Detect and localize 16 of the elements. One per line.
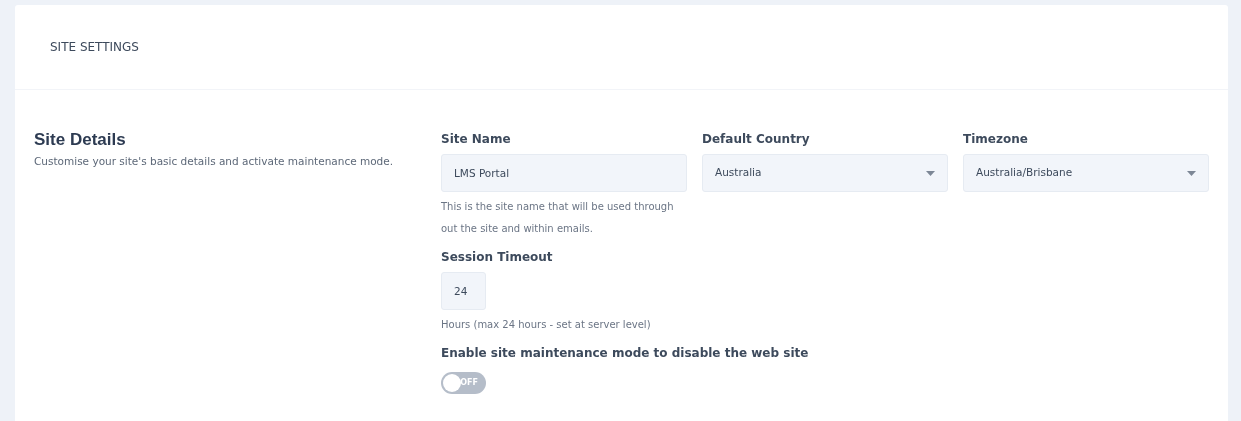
- section-title: Site Details: [34, 130, 127, 151]
- session-timeout-field[interactable]: 24: [441, 272, 486, 310]
- select-field[interactable]: Australia: [702, 154, 948, 192]
- field-label: Session Timeout: [441, 249, 554, 266]
- section-description: Customise your site's basic details and activate maintenance mode.: [34, 154, 395, 170]
- field-label: Site Name: [441, 131, 512, 148]
- text-field[interactable]: LMS Portal: [441, 154, 687, 192]
- caret-icon: [1187, 170, 1196, 176]
- help-text: Hours (max 24 hours - set at server level): [441, 318, 652, 332]
- card-title: SITE SETTINGS: [50, 39, 139, 56]
- help-text: This is the site name that will be used through out the site and within emails.: [441, 200, 675, 236]
- select-field[interactable]: Australia/Brisbane: [963, 154, 1209, 192]
- field-label: Default Country: [702, 131, 811, 148]
- field-label: Timezone: [963, 131, 1029, 148]
- field-label: Enable site maintenance mode to disable the web site: [441, 345, 810, 362]
- caret-icon: [926, 170, 935, 176]
